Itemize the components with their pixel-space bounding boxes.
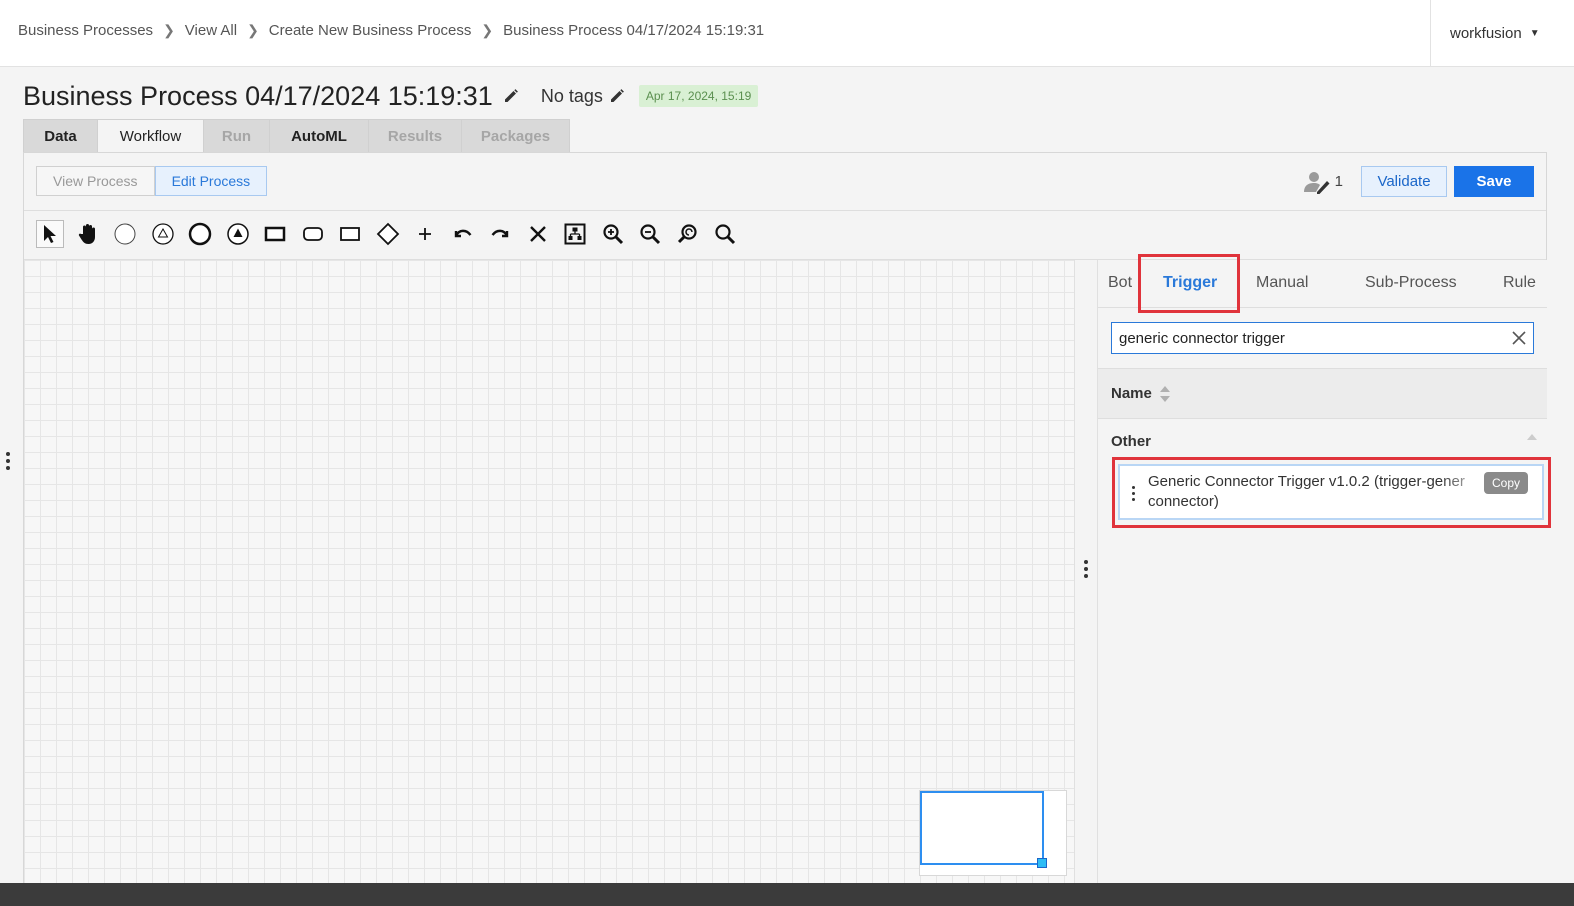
palette-tab-sub-process[interactable]: Sub-Process bbox=[1365, 274, 1457, 292]
zoom-out-icon bbox=[640, 224, 661, 245]
subprocess-tool[interactable] bbox=[299, 220, 327, 248]
palette-search-input[interactable] bbox=[1119, 329, 1499, 347]
undo-tool[interactable] bbox=[449, 220, 477, 248]
hand-icon bbox=[78, 224, 95, 244]
rectangle-icon bbox=[340, 227, 360, 241]
signal-event-tool[interactable] bbox=[224, 220, 252, 248]
zoom-reset-tool[interactable] bbox=[674, 220, 702, 248]
delete-tool[interactable] bbox=[524, 220, 552, 248]
add-tool[interactable] bbox=[411, 220, 439, 248]
diagram-canvas[interactable] bbox=[24, 260, 1074, 883]
pointer-tool[interactable] bbox=[36, 220, 64, 248]
panel-splitter[interactable] bbox=[1074, 260, 1098, 883]
name-column-label: Name bbox=[1111, 385, 1152, 402]
gateway-tool[interactable] bbox=[374, 220, 402, 248]
zoom-reset-icon bbox=[677, 224, 697, 244]
element-palette: Bot Trigger Manual Sub-Process Rule Name… bbox=[1098, 254, 1551, 883]
intermediate-event-tool[interactable] bbox=[149, 220, 177, 248]
task-tool[interactable] bbox=[261, 220, 289, 248]
zoom-fit-icon bbox=[715, 224, 736, 245]
signal-event-icon bbox=[226, 223, 249, 245]
tab-results: Results bbox=[368, 119, 461, 153]
tab-automl[interactable]: AutoML bbox=[269, 119, 368, 153]
collapse-caret-icon[interactable] bbox=[1527, 434, 1537, 440]
group-label: Other bbox=[1111, 432, 1152, 450]
name-column-header[interactable]: Name bbox=[1098, 368, 1547, 419]
user-edit-icon bbox=[1303, 171, 1330, 194]
delete-icon bbox=[529, 226, 546, 242]
breadcrumb-business-processes[interactable]: Business Processes bbox=[18, 22, 153, 39]
item-highlight bbox=[1112, 457, 1551, 528]
drag-handle-icon bbox=[1084, 560, 1088, 578]
mode-toggle: View Process Edit Process bbox=[36, 166, 268, 196]
divider bbox=[24, 210, 1546, 211]
validate-button[interactable]: Validate bbox=[1361, 166, 1447, 197]
tab-run: Run bbox=[203, 119, 269, 153]
minimap-resize-handle[interactable] bbox=[1037, 858, 1047, 868]
view-process-button[interactable]: View Process bbox=[36, 166, 155, 196]
add-icon bbox=[419, 228, 431, 240]
edit-process-button[interactable]: Edit Process bbox=[154, 166, 268, 196]
breadcrumb-current: Business Process 04/17/2024 15:19:31 bbox=[503, 22, 765, 39]
page-title: Business Process 04/17/2024 15:19:31 bbox=[23, 80, 493, 111]
task-icon bbox=[264, 226, 286, 242]
breadcrumb: Business Processes ❯ View All ❯ Create N… bbox=[18, 22, 764, 39]
pointer-icon bbox=[44, 225, 56, 243]
zoom-in-tool[interactable] bbox=[599, 220, 627, 248]
workflow-actions: 1 Validate Save bbox=[1303, 166, 1534, 197]
title-row: Business Process 04/17/2024 15:19:31 No … bbox=[23, 78, 759, 114]
trigger-tab-highlight bbox=[1138, 254, 1240, 313]
chevron-right-icon: ❯ bbox=[163, 22, 175, 38]
editors-count: 1 bbox=[1334, 173, 1343, 190]
intermediate-event-icon bbox=[151, 223, 174, 245]
zoom-in-icon bbox=[602, 224, 623, 245]
auto-layout-tool[interactable] bbox=[561, 220, 589, 248]
zoom-fit-tool[interactable] bbox=[711, 220, 739, 248]
top-header: Business Processes ❯ View All ❯ Create N… bbox=[0, 0, 1574, 67]
auto-layout-icon bbox=[564, 223, 586, 245]
tags-label: No tags bbox=[540, 85, 603, 106]
subprocess-icon bbox=[302, 227, 323, 241]
redo-icon bbox=[491, 229, 509, 238]
workflow-workspace: View Process Edit Process 1 Validate Sav… bbox=[23, 152, 1551, 883]
minimap[interactable] bbox=[919, 790, 1067, 876]
clear-search-icon[interactable] bbox=[1510, 329, 1528, 347]
save-button[interactable]: Save bbox=[1454, 166, 1534, 197]
undo-icon bbox=[454, 229, 471, 238]
tab-workflow[interactable]: Workflow bbox=[97, 119, 203, 153]
breadcrumb-create-new[interactable]: Create New Business Process bbox=[269, 22, 472, 39]
bpmn-toolbar bbox=[36, 219, 749, 249]
tab-data[interactable]: Data bbox=[23, 119, 97, 153]
rectangle-tool[interactable] bbox=[336, 220, 364, 248]
palette-tab-bot[interactable]: Bot bbox=[1108, 274, 1132, 292]
palette-tab-manual[interactable]: Manual bbox=[1256, 274, 1308, 292]
caret-down-icon: ▼ bbox=[1529, 27, 1540, 39]
gateway-icon bbox=[376, 222, 399, 246]
edit-title-pencil-icon[interactable] bbox=[503, 88, 519, 104]
editors-indicator[interactable]: 1 bbox=[1303, 170, 1343, 194]
chevron-right-icon: ❯ bbox=[481, 22, 494, 38]
chevron-right-icon: ❯ bbox=[247, 22, 259, 38]
end-event-icon bbox=[188, 222, 212, 246]
tab-packages: Packages bbox=[461, 119, 570, 153]
breadcrumb-view-all[interactable]: View All bbox=[185, 22, 237, 39]
group-other[interactable]: Other bbox=[1098, 428, 1547, 454]
main-tabs: Data Workflow Run AutoML Results Package… bbox=[23, 119, 570, 153]
date-badge: Apr 17, 2024, 15:19 bbox=[638, 85, 759, 107]
end-event-tool[interactable] bbox=[186, 220, 214, 248]
user-menu-label: workfusion bbox=[1450, 24, 1522, 42]
bottom-bar bbox=[0, 883, 1574, 906]
start-event-icon bbox=[114, 223, 136, 245]
palette-search bbox=[1111, 322, 1534, 354]
minimap-viewport[interactable] bbox=[920, 791, 1044, 865]
palette-tab-rule[interactable]: Rule bbox=[1503, 274, 1536, 292]
left-panel-handle-icon[interactable] bbox=[6, 452, 10, 470]
user-menu[interactable]: workfusion ▼ bbox=[1430, 0, 1574, 66]
start-event-tool[interactable] bbox=[111, 220, 139, 248]
redo-tool[interactable] bbox=[486, 220, 514, 248]
edit-tags-pencil-icon[interactable] bbox=[609, 88, 625, 104]
zoom-out-tool[interactable] bbox=[636, 220, 664, 248]
hand-tool[interactable] bbox=[74, 220, 102, 248]
sort-icon bbox=[1159, 385, 1171, 403]
